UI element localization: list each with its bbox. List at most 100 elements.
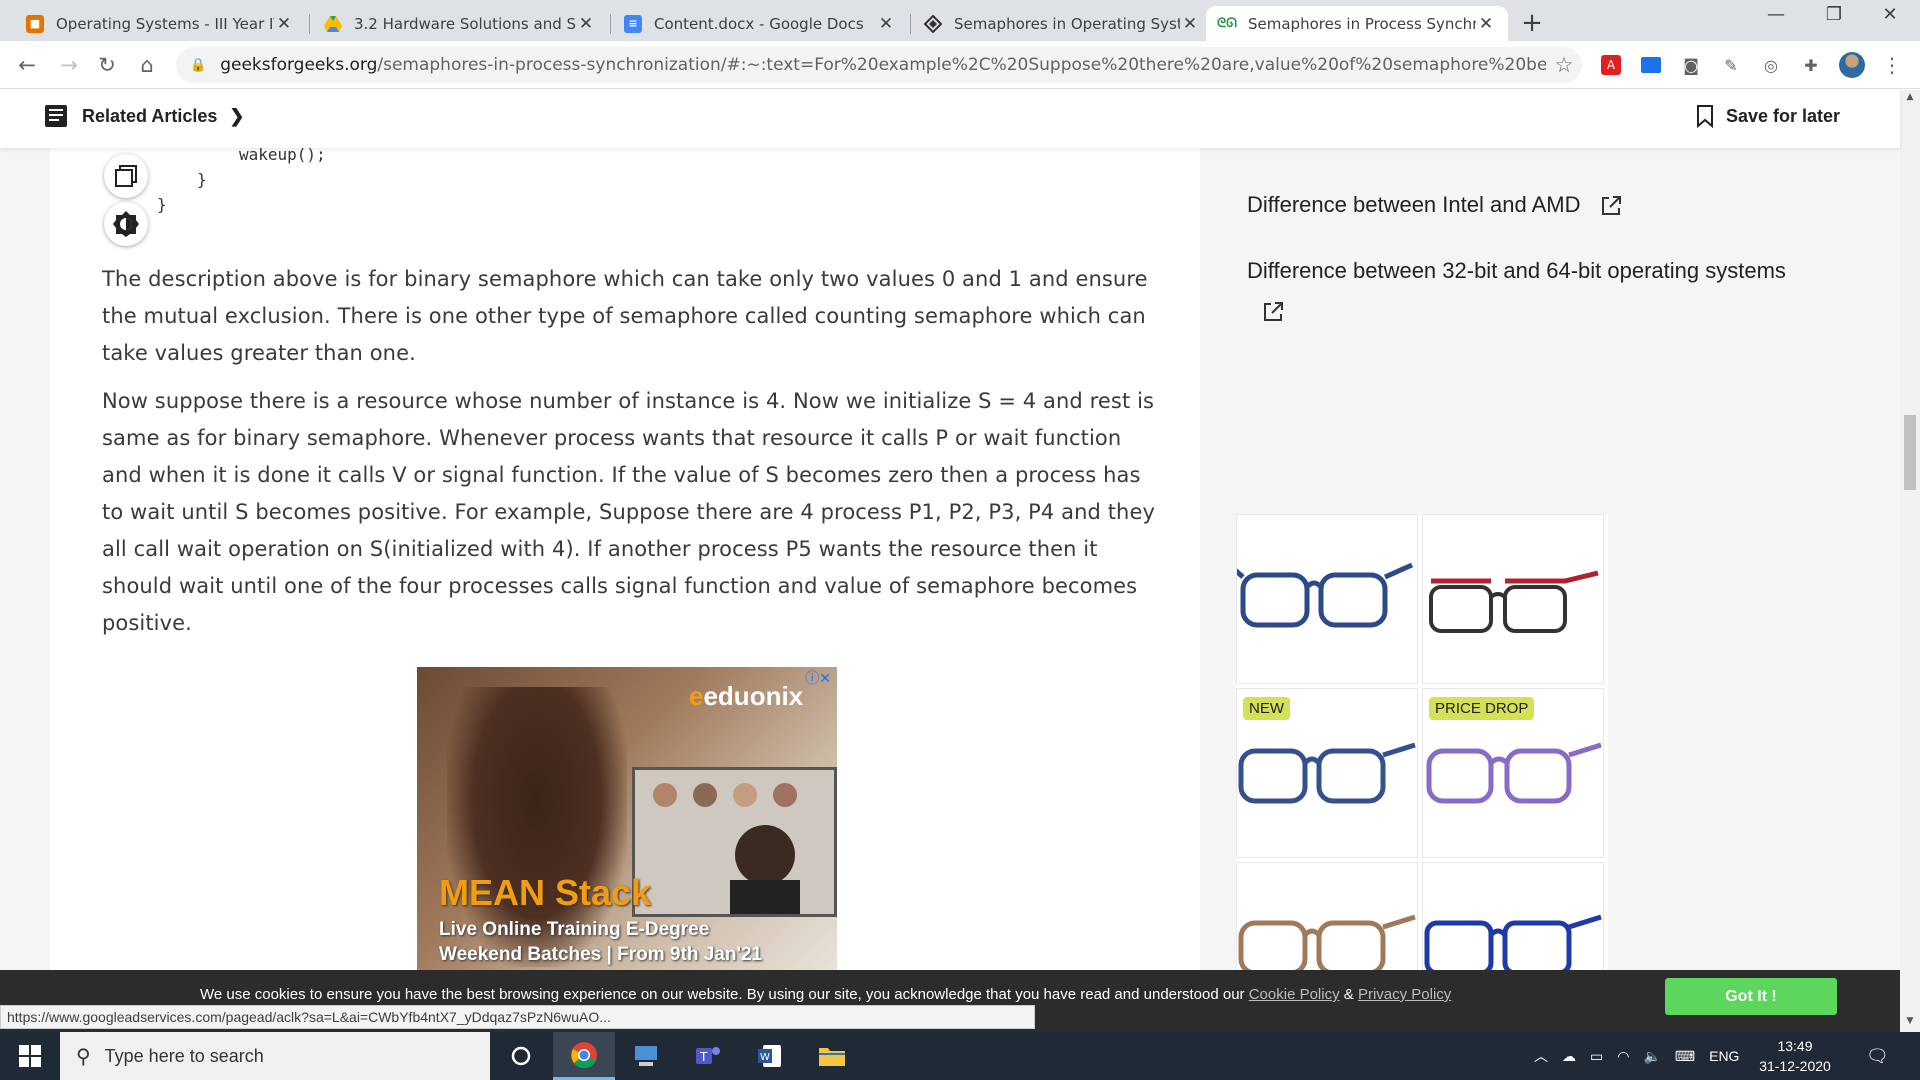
privacy-policy-link[interactable]: Privacy Policy	[1358, 986, 1451, 1003]
show-hidden-icons-icon[interactable]: ︿	[1534, 1046, 1548, 1066]
remote-desktop-extension-icon[interactable]	[1637, 51, 1665, 79]
diamond-site-icon	[924, 14, 942, 33]
minimize-button[interactable]: —	[1756, 4, 1796, 25]
volume-icon[interactable]: 🔈	[1643, 1048, 1660, 1065]
forward-icon[interactable]: →	[54, 50, 84, 80]
tab-operating-systems[interactable]: ■ Operating Systems - III Year IT (B ✕	[14, 6, 306, 41]
profile-avatar[interactable]	[1838, 51, 1866, 79]
taskbar-word[interactable]: W	[739, 1032, 801, 1080]
sticky-article-header: Related Articles ❯ Save for later	[0, 90, 1900, 148]
search-placeholder: Type here to search	[104, 1045, 264, 1066]
tab-google-docs[interactable]: ≡ Content.docx - Google Docs ✕	[612, 6, 908, 41]
clock[interactable]: 13:49 31-12-2020	[1756, 1036, 1834, 1076]
docs-icon: ≡	[624, 14, 642, 33]
tab-title: Operating Systems - III Year IT (B	[56, 14, 274, 33]
notifications-icon[interactable]: 🗨	[1866, 1032, 1889, 1080]
taskbar-snipping[interactable]	[615, 1032, 677, 1080]
got-it-button[interactable]: Got It !	[1665, 978, 1837, 1015]
tab-semaphores-os[interactable]: Semaphores in Operating System ✕	[912, 6, 1212, 41]
eyedropper-extension-icon[interactable]: ✎	[1717, 51, 1745, 79]
theme-toggle-button[interactable]	[104, 202, 148, 246]
tab-title: 3.2 Hardware Solutions and Sema	[354, 14, 576, 33]
back-icon[interactable]: ←	[12, 50, 42, 80]
bookmark-star-icon[interactable]: ☆	[1546, 53, 1582, 77]
close-icon[interactable]: ✕	[576, 14, 596, 34]
paragraph-binary-semaphore: The description above is for binary sema…	[102, 267, 1148, 365]
taskbar-file-explorer[interactable]	[801, 1032, 863, 1080]
home-icon[interactable]: ⌂	[132, 50, 162, 80]
scroll-down-arrow-icon[interactable]: ▼	[1900, 1016, 1920, 1026]
taskbar-teams[interactable]: T	[677, 1032, 739, 1080]
page-scrollbar[interactable]: ▲ ▼	[1900, 90, 1920, 1032]
tab-title: Semaphores in Process Synchron	[1248, 14, 1476, 33]
save-for-later-button[interactable]: Save for later	[1696, 104, 1840, 128]
code-line: }	[157, 195, 167, 214]
onedrive-icon[interactable]: ☁	[1562, 1048, 1576, 1065]
chevron-right-icon: ❯	[229, 105, 245, 126]
wifi-icon[interactable]: ◠	[1617, 1048, 1629, 1065]
external-link-button[interactable]	[1247, 298, 1285, 324]
code-line: }	[197, 170, 207, 189]
tab-semaphores-process-sync[interactable]: ᘓᘏ Semaphores in Process Synchron ✕	[1206, 6, 1508, 41]
close-icon[interactable]: ✕	[1180, 14, 1200, 34]
tab-divider	[910, 14, 911, 34]
task-view-button[interactable]	[490, 1032, 552, 1080]
glasses-product[interactable]	[1233, 514, 1418, 684]
ad-choices-icon[interactable]: ⓘ✕	[805, 668, 831, 688]
ad-brand: eeduonix	[689, 681, 804, 711]
taskbar-search[interactable]: ⚲ Type here to search	[60, 1032, 490, 1080]
pdf-extension-icon[interactable]: A	[1597, 51, 1625, 79]
ad-line-1: Live Online Training E-Degree	[439, 919, 710, 940]
copy-code-button[interactable]	[104, 154, 148, 198]
geeksforgeeks-icon: ᘓᘏ	[1217, 16, 1237, 31]
battery-icon[interactable]: ▭	[1590, 1048, 1603, 1065]
scrollbar-thumb[interactable]	[1904, 415, 1916, 490]
scroll-up-arrow-icon[interactable]: ▲	[1900, 92, 1920, 102]
start-button[interactable]	[0, 1032, 60, 1080]
related-articles-button[interactable]: Related Articles ❯	[44, 104, 244, 128]
tab-hardware-solutions[interactable]: 3.2 Hardware Solutions and Sema ✕	[312, 6, 608, 41]
new-tab-button[interactable]: +	[1517, 8, 1547, 38]
glasses-product[interactable]: PRICE DROP	[1422, 688, 1604, 858]
taskbar-chrome[interactable]	[553, 1032, 615, 1080]
circle-extension-icon[interactable]: ◎	[1757, 51, 1785, 79]
close-icon[interactable]: ✕	[1476, 14, 1496, 34]
menu-kebab-icon[interactable]: ⋮	[1878, 51, 1906, 79]
sidebar-link-label: Difference between 32-bit and 64-bit ope…	[1247, 258, 1786, 283]
related-articles-label: Related Articles	[82, 105, 218, 126]
external-link-icon	[1601, 196, 1621, 216]
address-bar[interactable]: 🔒 geeksforgeeks.org/semaphores-in-proces…	[176, 47, 1582, 83]
close-window-button[interactable]: ✕	[1870, 4, 1910, 25]
teams-icon: T	[696, 1047, 720, 1064]
reload-icon[interactable]: ↻	[92, 50, 122, 80]
lock-icon: 🔒	[190, 57, 207, 73]
tab-divider	[309, 14, 310, 34]
ad-photo-video-call	[632, 767, 837, 920]
language-indicator[interactable]: ENG	[1709, 1048, 1739, 1064]
puzzle-extensions-icon[interactable]: ✚	[1797, 51, 1825, 79]
glasses-product[interactable]: NEW	[1236, 688, 1418, 858]
sidebar-link-intel-amd[interactable]: Difference between Intel and AMD	[1247, 192, 1623, 218]
eduonix-ad-banner[interactable]: eeduonix ⓘ✕ MEAN Stack Live Online Train…	[417, 667, 837, 970]
brightness-icon	[113, 211, 139, 237]
eyeglasses-ad[interactable]: NEW PRICE DROP	[1233, 514, 1608, 1032]
tab-strip: ■ Operating Systems - III Year IT (B ✕ 3…	[0, 0, 1920, 41]
chrome-icon	[571, 1041, 597, 1068]
sidebar-link-32-64-bit[interactable]: Difference between 32-bit and 64-bit ope…	[1247, 258, 1786, 284]
list-icon	[45, 105, 67, 127]
glasses-product[interactable]	[1422, 514, 1604, 684]
folder-icon	[819, 1048, 845, 1066]
tab-divider	[610, 14, 611, 34]
restore-button[interactable]: ❐	[1814, 4, 1854, 25]
cookie-policy-link[interactable]: Cookie Policy	[1249, 986, 1340, 1003]
svg-text:T: T	[699, 1050, 708, 1064]
close-icon[interactable]: ✕	[274, 14, 294, 34]
system-tray: ︿ ☁ ▭ ◠ 🔈 ⌨ ENG	[1534, 1032, 1739, 1080]
paragraph-counting-semaphore: Now suppose there is a resource whose nu…	[102, 389, 1155, 635]
close-icon[interactable]: ✕	[876, 14, 896, 34]
camera-extension-icon[interactable]: ◙	[1677, 51, 1705, 79]
classroom-icon: ■	[26, 14, 44, 33]
external-link-icon	[1264, 302, 1283, 322]
svg-text:W: W	[760, 1052, 770, 1063]
keyboard-icon[interactable]: ⌨	[1675, 1048, 1695, 1065]
